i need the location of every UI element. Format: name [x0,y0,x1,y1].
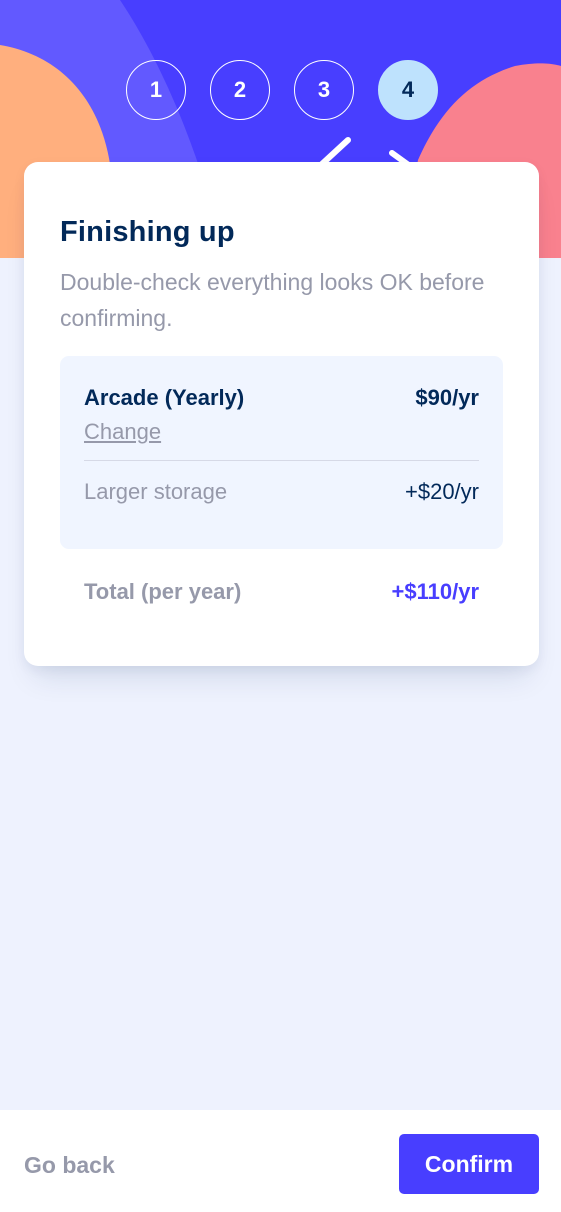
go-back-button[interactable]: Go back [24,1150,115,1180]
step-indicator: 1 2 3 4 [126,60,438,120]
page-subtitle: Double-check everything looks OK before … [60,269,485,331]
step-3[interactable]: 3 [294,60,354,120]
page-title: Finishing up [60,216,235,248]
summary-card: Finishing up Double-check everything loo… [24,162,539,666]
addon-name: Larger storage [84,479,228,504]
total-row: Total (per year) +$110/yr [60,549,503,607]
plan-price: $90/yr [415,385,479,410]
step-4-active[interactable]: 4 [378,60,438,120]
addon-row: Larger storage +$20/yr [84,477,479,507]
plan-name: Arcade (Yearly) [84,385,245,410]
plan-info: Arcade (Yearly) Change [84,382,244,446]
addon-price: +$20/yr [405,479,479,504]
total-price: +$110/yr [391,579,479,604]
divider [84,460,479,461]
plan-row: Arcade (Yearly) Change $90/yr [84,382,479,446]
order-summary: Arcade (Yearly) Change $90/yr Larger sto… [60,356,503,549]
total-label: Total (per year) [84,579,242,604]
step-1[interactable]: 1 [126,60,186,120]
step-2[interactable]: 2 [210,60,270,120]
change-plan-link[interactable]: Change [84,418,161,446]
confirm-button[interactable]: Confirm [399,1134,539,1194]
footer-bar: Go back Confirm [0,1110,561,1212]
